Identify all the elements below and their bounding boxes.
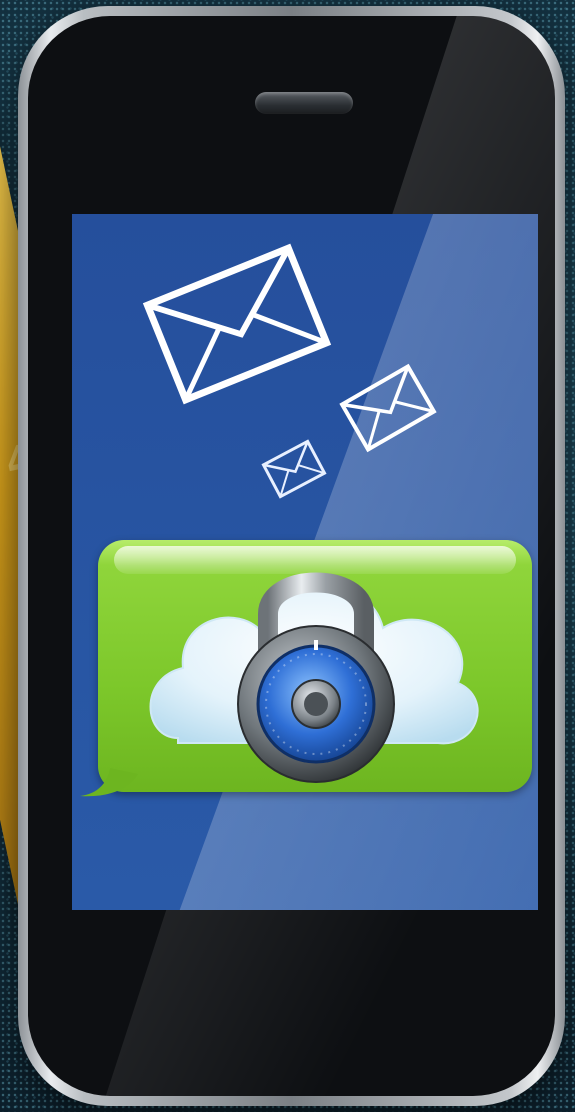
phone-body <box>28 16 555 1096</box>
bubble-tail <box>80 768 138 797</box>
earpiece-speaker <box>255 92 353 114</box>
smartphone <box>18 6 565 1106</box>
message-bubble-icon <box>80 540 532 797</box>
envelope-icon <box>261 439 327 499</box>
envelope-icon <box>142 243 332 405</box>
phone-screen <box>72 214 538 910</box>
padlock-icon <box>237 572 395 783</box>
